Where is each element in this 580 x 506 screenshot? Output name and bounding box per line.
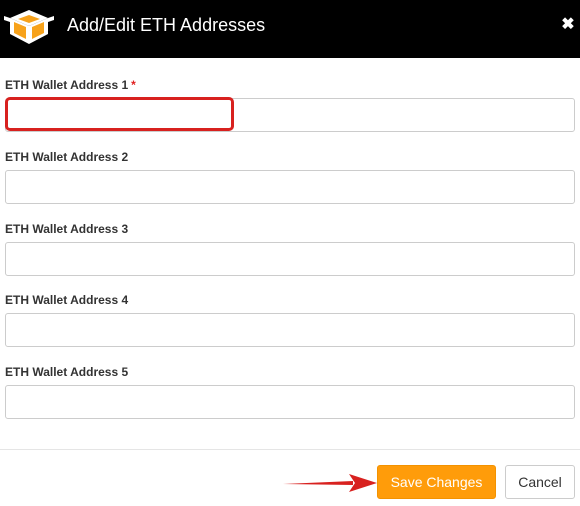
box-logo-icon	[4, 10, 54, 44]
eth-address-4-input[interactable]	[5, 313, 575, 347]
eth-address-2-input[interactable]	[5, 170, 575, 204]
field-label-address-1: ETH Wallet Address 1 *	[5, 77, 136, 93]
annotation-arrow-icon	[283, 474, 377, 492]
cancel-button[interactable]: Cancel	[505, 465, 575, 499]
footer-divider	[0, 449, 580, 450]
eth-address-3-input[interactable]	[5, 242, 575, 276]
field-label-address-5: ETH Wallet Address 5	[5, 365, 129, 379]
required-asterisk: *	[131, 78, 136, 92]
field-label-address-2: ETH Wallet Address 2	[5, 150, 129, 164]
eth-address-1-input[interactable]	[5, 98, 575, 132]
field-label-address-4: ETH Wallet Address 4	[5, 293, 129, 307]
modal-title: Add/Edit ETH Addresses	[67, 15, 266, 35]
save-changes-button[interactable]: Save Changes	[377, 465, 496, 499]
modal-header: Add/Edit ETH Addresses ✖	[0, 0, 580, 58]
close-icon[interactable]: ✖	[561, 14, 575, 36]
field-label-text: ETH Wallet Address 1	[5, 78, 129, 92]
eth-address-5-input[interactable]	[5, 385, 575, 419]
field-label-address-3: ETH Wallet Address 3	[5, 222, 129, 236]
